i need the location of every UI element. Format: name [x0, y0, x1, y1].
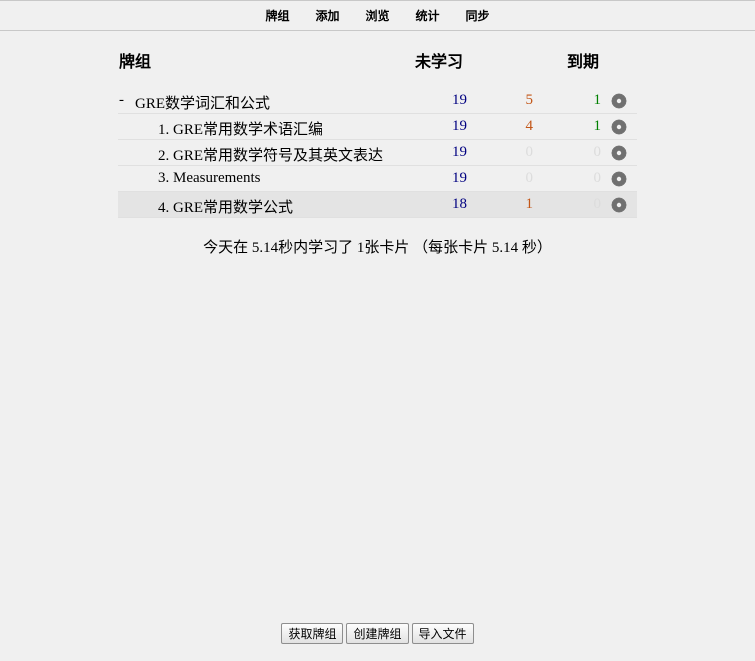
header-new: 未学习	[415, 52, 464, 71]
deck-name[interactable]: 2. GRE常用数学符号及其英文表达	[158, 144, 383, 165]
deck-rows: - GRE数学词汇和公式 19 5 1 1. GRE常用数学术语汇编 19 4 …	[118, 88, 637, 218]
deck-row: 3. Measurements 19 0 0	[118, 166, 637, 192]
nav-sync[interactable]: 同步	[466, 7, 490, 24]
import-file-button[interactable]: 导入文件	[411, 623, 474, 644]
gear-icon[interactable]	[611, 145, 627, 161]
gear-icon[interactable]	[611, 119, 627, 135]
nav-stats[interactable]: 统计	[416, 7, 440, 24]
deck-name[interactable]: 4. GRE常用数学公式	[158, 196, 293, 217]
learn-count: 4	[525, 118, 534, 134]
gear-icon[interactable]	[611, 197, 627, 213]
deck-row: 2. GRE常用数学符号及其英文表达 19 0 0	[118, 140, 637, 166]
collapse-toggle[interactable]: -	[119, 92, 124, 109]
deck-name[interactable]: 1. GRE常用数学术语汇编	[158, 118, 323, 139]
due-count: 1	[593, 118, 602, 134]
bottom-button-bar: 获取牌组 创建牌组 导入文件	[0, 623, 755, 644]
deck-name[interactable]: 3. Measurements	[158, 170, 260, 187]
due-count: 0	[593, 170, 602, 186]
get-shared-decks-button[interactable]: 获取牌组	[281, 623, 344, 644]
deck-list: 牌组 未学习 到期 - GRE数学词汇和公式 19 5 1 1. GRE常用数学…	[118, 44, 637, 218]
nav-decks[interactable]: 牌组	[265, 7, 289, 24]
new-count: 19	[452, 118, 467, 134]
deck-name[interactable]: GRE数学词汇和公式	[135, 92, 270, 113]
deck-row-current: 4. GRE常用数学公式 18 1 0	[118, 192, 637, 218]
new-count: 19	[452, 144, 467, 160]
learn-count: 0	[525, 170, 534, 186]
header-deck: 牌组	[119, 52, 152, 71]
new-count: 19	[452, 92, 467, 108]
new-count: 19	[452, 170, 467, 186]
deck-row: 1. GRE常用数学术语汇编 19 4 1	[118, 114, 637, 140]
gear-icon[interactable]	[611, 93, 627, 109]
gear-icon[interactable]	[611, 171, 627, 187]
learn-count: 0	[525, 144, 534, 160]
nav-browse[interactable]: 浏览	[365, 7, 389, 24]
create-deck-button[interactable]: 创建牌组	[346, 623, 409, 644]
due-count: 0	[593, 196, 602, 212]
deck-list-header: 牌组 未学习 到期	[118, 44, 637, 72]
due-count: 1	[593, 92, 602, 108]
learn-count: 1	[525, 196, 534, 212]
due-count: 0	[593, 144, 602, 160]
new-count: 18	[452, 196, 467, 212]
study-summary: 今天在 5.14秒内学习了 1张卡片 （每张卡片 5.14 秒）	[203, 240, 552, 256]
learn-count: 5	[525, 92, 534, 108]
top-toolbar: 牌组 添加 浏览 统计 同步	[0, 0, 755, 31]
deck-row: - GRE数学词汇和公式 19 5 1	[118, 88, 637, 114]
nav-add[interactable]: 添加	[315, 7, 339, 24]
header-due: 到期	[567, 52, 600, 71]
